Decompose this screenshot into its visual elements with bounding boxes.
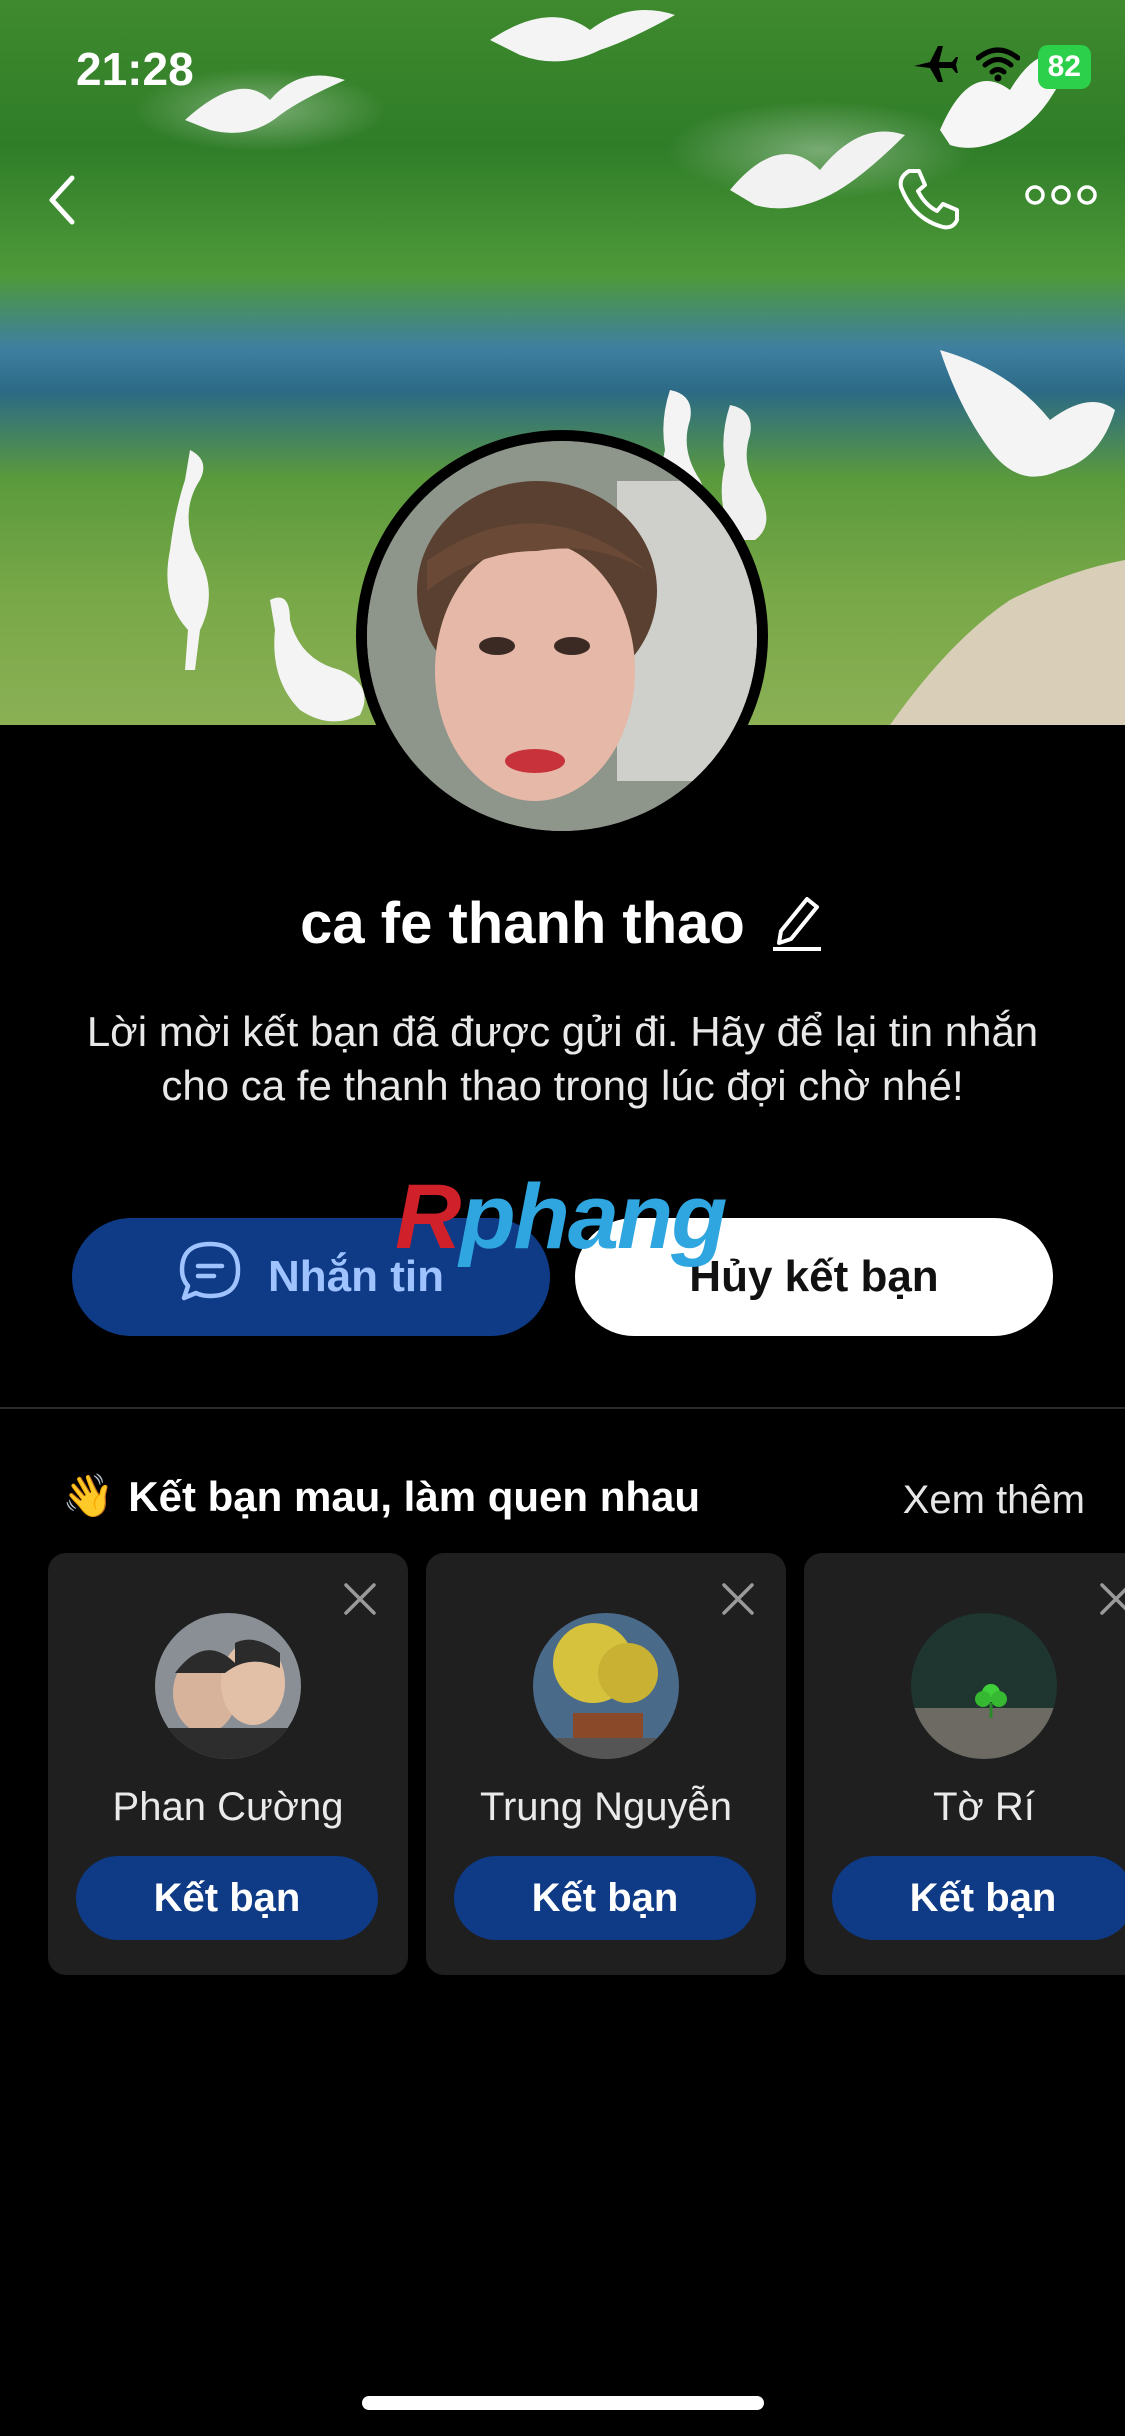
section-divider [0,1407,1125,1409]
close-icon[interactable] [342,1581,378,1617]
profile-avatar[interactable] [356,430,768,842]
close-icon[interactable] [1098,1581,1125,1617]
suggestions-header: 👋 Kết bạn mau, làm quen nhau [62,1472,700,1521]
avatar-photo [367,441,757,831]
egret-illustration [140,440,230,670]
suggestion-card[interactable]: Trung Nguyễn Kết bạn [426,1553,786,1975]
status-bar: 21:28 82 [0,0,1125,140]
suggestion-card[interactable]: Tờ Rí Kết bạn [804,1553,1125,1975]
wifi-icon [975,46,1021,87]
suggestions-title: Kết bạn mau, làm quen nhau [128,1472,701,1520]
add-friend-button[interactable]: Kết bạn [832,1856,1125,1940]
message-button[interactable]: Nhắn tin [72,1218,550,1336]
call-button[interactable] [895,165,963,233]
chevron-left-icon [49,175,75,225]
avatar [911,1613,1057,1759]
more-dots-icon [1025,185,1097,205]
see-more-link[interactable]: Xem thêm [903,1478,1085,1523]
suggestion-name: Phan Cường [112,1785,344,1829]
airplane-mode-icon [912,44,958,89]
message-button-label: Nhắn tin [268,1252,444,1301]
reeds-illustration [890,560,1125,725]
suggestion-card[interactable]: Phan Cường Kết bạn [48,1553,408,1975]
suggestion-name: Trung Nguyễn [480,1785,732,1829]
avatar [533,1613,679,1759]
home-indicator[interactable] [362,2396,764,2410]
chat-bubble-icon [178,1240,242,1315]
add-friend-button[interactable]: Kết bạn [76,1856,378,1940]
add-friend-button[interactable]: Kết bạn [454,1856,756,1940]
cancel-friend-request-button[interactable]: Hủy kết bạn [575,1218,1053,1336]
battery-indicator: 82 [1037,44,1091,89]
close-icon[interactable] [720,1581,756,1617]
profile-name: ca fe thanh thao [300,891,745,956]
friend-request-message: Lời mời kết bạn đã được gửi đi. Hãy để l… [86,1008,1039,1109]
avatar [155,1613,301,1759]
more-options-button[interactable] [1025,180,1097,210]
status-time: 21:28 [76,43,194,95]
egret-illustration [930,330,1120,500]
phone-icon [898,169,959,230]
edit-name-icon[interactable] [769,891,825,956]
waving-hand-icon: 👋 [62,1472,115,1519]
back-button[interactable] [38,170,88,230]
suggestion-name: Tờ Rí [933,1785,1035,1829]
